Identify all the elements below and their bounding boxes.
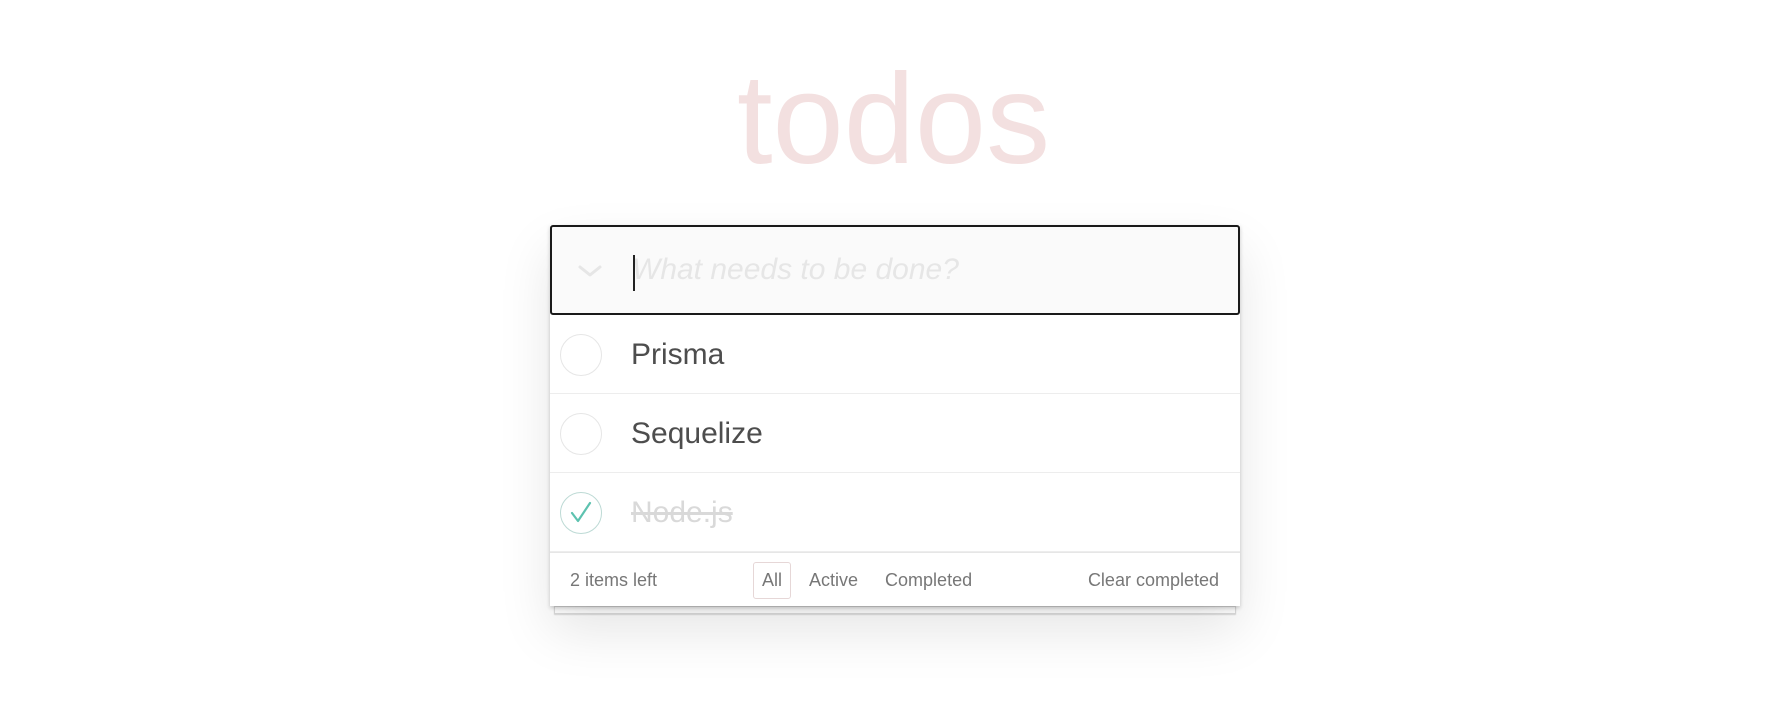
filter-tabs: All Active Completed bbox=[753, 562, 990, 599]
items-left-count: 2 items left bbox=[570, 570, 658, 590]
todo-footer: 2 items left All Active Completed Clear … bbox=[550, 552, 1240, 606]
filter-item: Completed bbox=[876, 562, 990, 599]
todo-app: Prisma Sequelize Node.js 2 items left Al… bbox=[550, 225, 1240, 606]
todo-list: Prisma Sequelize Node.js bbox=[550, 315, 1240, 552]
stack-shadow-layer bbox=[554, 606, 1236, 614]
filter-active[interactable]: Active bbox=[800, 562, 867, 599]
checkmark-icon bbox=[570, 501, 592, 523]
toggle-all-button[interactable] bbox=[568, 249, 612, 293]
filter-all[interactable]: All bbox=[753, 562, 792, 599]
todo-toggle-checkbox[interactable] bbox=[560, 413, 602, 455]
clear-completed-button[interactable]: Clear completed bbox=[1088, 553, 1219, 607]
todo-label[interactable]: Node.js bbox=[631, 473, 733, 552]
todo-item: Prisma bbox=[550, 315, 1240, 394]
todo-item: Node.js bbox=[550, 473, 1240, 552]
todo-toggle-checkbox[interactable] bbox=[560, 492, 602, 534]
new-todo-input[interactable] bbox=[632, 227, 1238, 313]
todo-item: Sequelize bbox=[550, 394, 1240, 473]
todo-toggle-checkbox[interactable] bbox=[560, 334, 602, 376]
new-todo-header bbox=[550, 225, 1240, 315]
todo-label[interactable]: Prisma bbox=[631, 315, 724, 394]
todo-label[interactable]: Sequelize bbox=[631, 394, 763, 473]
filter-item: Active bbox=[800, 562, 876, 599]
filter-completed[interactable]: Completed bbox=[876, 562, 981, 599]
app-title: todos bbox=[736, 48, 1051, 191]
chevron-down-icon bbox=[578, 265, 602, 277]
filter-item: All bbox=[753, 562, 800, 599]
text-cursor bbox=[633, 255, 635, 291]
